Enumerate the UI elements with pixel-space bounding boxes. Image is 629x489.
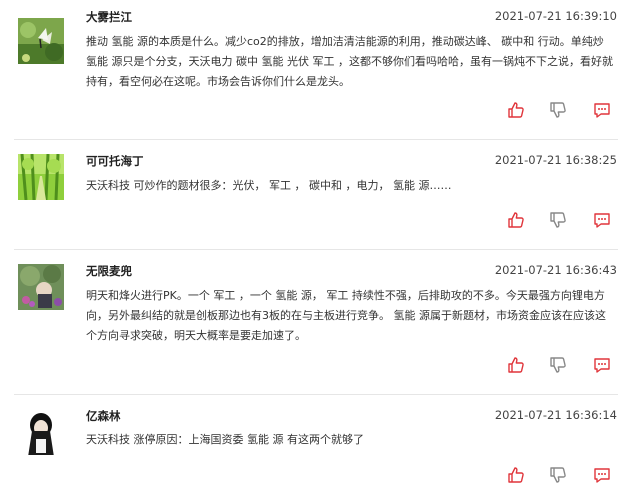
post-3: 无限麦兜 2021-07-21 16:36:43 明天和烽火进行PK。一个 军工… [0, 250, 629, 395]
keyword-link[interactable]: 氢能 [86, 55, 108, 68]
text: 源…… [415, 179, 452, 192]
text: 天沃科技 可炒作的题材很多：光伏， [86, 179, 269, 192]
keyword-link[interactable]: 军工 [269, 179, 291, 192]
keyword-link[interactable]: 军工 [326, 289, 348, 302]
comment-bubble-icon[interactable] [593, 101, 611, 119]
post-actions [507, 211, 617, 229]
thumbs-down-icon[interactable] [549, 356, 567, 374]
text: 源 有这两个就够了 [269, 433, 364, 446]
text: 行动。单纯炒 [534, 35, 604, 48]
keyword-link[interactable]: 碳中和 [501, 35, 534, 48]
keyword-link[interactable]: 碳中和 [309, 179, 342, 192]
timestamp: 2021-07-21 16:36:14 [494, 408, 617, 422]
text: 源的本质是什么。减少co2的排放，增加洁清洁能源的利用，推动碳达峰、 [133, 35, 502, 48]
keyword-link[interactable]: 氢能 [394, 309, 416, 322]
keyword-link[interactable]: 氢能 [112, 35, 134, 48]
timestamp: 2021-07-21 16:38:25 [494, 153, 617, 167]
post-content: 天沃科技 可炒作的题材很多：光伏， 军工 ， 碳中和 ，电力， 氢能 源…… [86, 176, 616, 196]
thumbs-down-icon[interactable] [549, 466, 567, 484]
timestamp: 2021-07-21 16:39:10 [494, 9, 617, 23]
text: 光伏 [283, 55, 313, 68]
avatar[interactable] [18, 154, 64, 200]
keyword-link[interactable]: 氢能 [247, 433, 269, 446]
post-2: 可可托海丁 2021-07-21 16:38:25 天沃科技 可炒作的题材很多：… [0, 140, 629, 250]
username[interactable]: 可可托海丁 [86, 153, 144, 169]
post-actions [507, 356, 617, 374]
post-content: 明天和烽火进行PK。一个 军工 ，一个 氢能 源， 军工 持续性不强，后排助攻的… [86, 286, 616, 346]
post-actions [507, 466, 617, 484]
thumbs-up-icon[interactable] [507, 356, 525, 374]
post-1: 大雾拦江 2021-07-21 16:39:10 推动 氢能 源的本质是什么。减… [0, 0, 629, 140]
post-content: 推动 氢能 源的本质是什么。减少co2的排放，增加洁清洁能源的利用，推动碳达峰、… [86, 32, 616, 92]
text: 明天和烽火进行PK。一个 [86, 289, 214, 302]
avatar[interactable] [18, 264, 64, 310]
thumbs-up-icon[interactable] [507, 101, 525, 119]
thumbs-down-icon[interactable] [549, 211, 567, 229]
thumbs-down-icon[interactable] [549, 101, 567, 119]
username[interactable]: 无限麦兜 [86, 263, 132, 279]
text: ， [291, 179, 309, 192]
comment-bubble-icon[interactable] [593, 356, 611, 374]
timestamp: 2021-07-21 16:36:43 [494, 263, 617, 277]
text: ，电力， [342, 179, 393, 192]
username[interactable]: 亿森林 [86, 408, 121, 424]
keyword-link[interactable]: 军工 [213, 289, 235, 302]
comment-bubble-icon[interactable] [593, 466, 611, 484]
post-content: 天沃科技 涨停原因：上海国资委 氢能 源 有这两个就够了 [86, 430, 616, 450]
avatar[interactable] [18, 409, 64, 455]
text: 源， [297, 289, 327, 302]
text: 源只是个分支，天沃电力 碳中 [108, 55, 262, 68]
thumbs-up-icon[interactable] [507, 466, 525, 484]
keyword-link[interactable]: 氢能 [275, 289, 297, 302]
post-actions [507, 101, 617, 119]
text: 推动 [86, 35, 112, 48]
username[interactable]: 大雾拦江 [86, 9, 132, 25]
text: ，一个 [235, 289, 276, 302]
thumbs-up-icon[interactable] [507, 211, 525, 229]
keyword-link[interactable]: 军工 [313, 55, 335, 68]
keyword-link[interactable]: 氢能 [262, 55, 284, 68]
comment-bubble-icon[interactable] [593, 211, 611, 229]
keyword-link[interactable]: 氢能 [393, 179, 415, 192]
text: 天沃科技 涨停原因：上海国资委 [86, 433, 247, 446]
post-4: 亿森林 2021-07-21 16:36:14 天沃科技 涨停原因：上海国资委 … [0, 395, 629, 489]
avatar[interactable] [18, 18, 64, 64]
